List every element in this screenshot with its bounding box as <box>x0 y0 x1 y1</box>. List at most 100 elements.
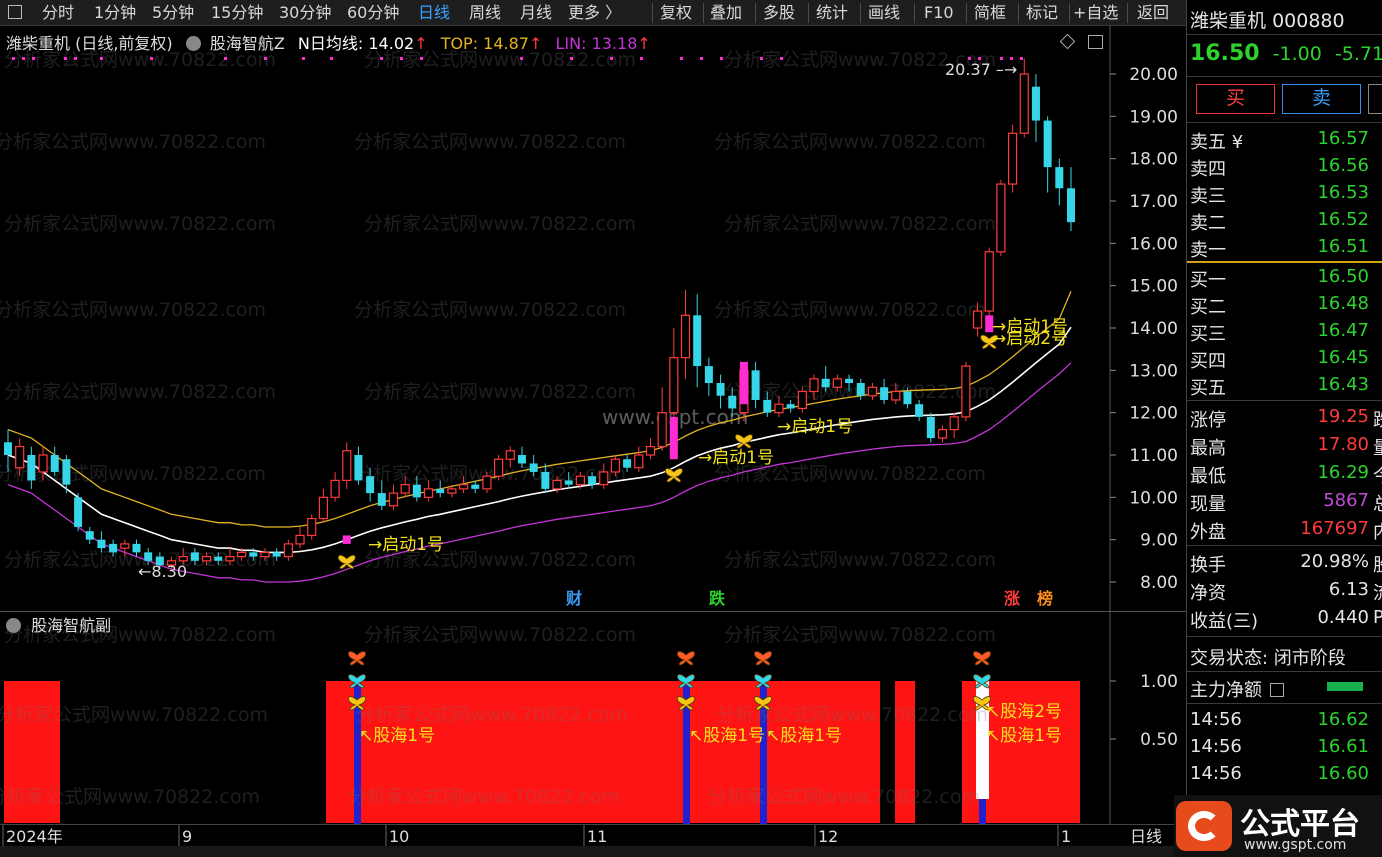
tool-mark[interactable]: 标记 <box>1026 2 1058 24</box>
event-tag: 跌 <box>709 589 726 608</box>
tool-statistics[interactable]: 统计 <box>816 2 848 24</box>
candle-body <box>330 479 340 498</box>
date-label: 12 <box>818 827 838 846</box>
candle-body <box>856 383 865 396</box>
sub-indicator-chart[interactable]: 1.00 0.50 分析家公式网www.70822.com 分析家公式网www.70… <box>0 611 1186 857</box>
period-tab-weekly[interactable]: 周线 <box>469 2 501 24</box>
period-tab-60min[interactable]: 60分钟 <box>347 2 399 24</box>
tool-overlay[interactable]: 叠加 <box>710 2 742 24</box>
stock-name: 潍柴重机 <box>1190 10 1267 32</box>
main-flow-bar <box>1327 682 1363 691</box>
trade-status: 交易状态: 闭市阶段 <box>1190 648 1346 669</box>
candle-body <box>926 416 935 439</box>
period-tab-15min[interactable]: 15分钟 <box>211 2 263 24</box>
bid-row: 买一 16.50 <box>1190 266 1369 291</box>
signal-dot <box>64 57 67 60</box>
sub-signal-label: ↖股海1号 <box>359 726 435 746</box>
tool-add-watchlist[interactable]: +自选 <box>1073 2 1118 24</box>
panel-toggle-icon[interactable] <box>1088 35 1103 49</box>
signal-candle <box>669 416 678 460</box>
sidebar-toggle-icon[interactable] <box>8 5 22 19</box>
candle-body <box>1043 120 1052 168</box>
bottom-period-tab: 日线 <box>1130 827 1162 846</box>
tool-f10[interactable]: F10 <box>924 2 954 24</box>
bid-row: 买二 16.48 <box>1190 293 1369 318</box>
sub-y-tick-label: 0.50 <box>1140 730 1178 750</box>
period-tab-5min[interactable]: 5分钟 <box>152 2 194 24</box>
sell-button[interactable]: 卖 <box>1282 84 1361 114</box>
date-label: 1 <box>1061 827 1071 846</box>
period-tab-tick[interactable]: 分时 <box>42 2 74 24</box>
sub-signal-label: ↖股海2号 <box>986 702 1062 722</box>
tool-multi-stock[interactable]: 多股 <box>763 2 795 24</box>
signal-dot <box>12 57 15 60</box>
sub-chart-title[interactable]: 股海智航副 <box>31 616 111 635</box>
tool-simple-frame[interactable]: 简框 <box>974 2 1006 24</box>
candle-body <box>575 475 585 486</box>
main-price-chart[interactable]: 分析家公式网www.70822.com 分析家公式网www.70822.com 分析… <box>0 26 1186 611</box>
candle-body <box>704 366 713 384</box>
buy-button[interactable]: 买 <box>1196 84 1275 114</box>
candle-body <box>786 404 795 409</box>
y-tick-label: 11.00 <box>1129 446 1178 466</box>
candle-body <box>845 378 854 384</box>
stat-row: 现量5867总 <box>1190 490 1382 515</box>
candle-body <box>388 492 399 507</box>
signal-dot <box>32 57 35 60</box>
candle-body <box>716 383 725 396</box>
candle-body <box>237 551 247 558</box>
event-tag: 财 <box>565 589 582 608</box>
ask-row: 卖四 16.56 <box>1190 155 1369 180</box>
period-tab-30min[interactable]: 30分钟 <box>279 2 331 24</box>
list-icon[interactable] <box>1269 683 1284 697</box>
candle-body <box>588 476 597 485</box>
period-tab-1min[interactable]: 1分钟 <box>94 2 136 24</box>
more-button[interactable] <box>1368 84 1382 114</box>
period-tab-monthly[interactable]: 月线 <box>520 2 552 24</box>
stat-row: 涨停19.25跌 <box>1190 406 1382 431</box>
y-tick-label: 9.00 <box>1140 531 1178 551</box>
stat-row: 换手20.98%股 <box>1190 551 1382 576</box>
signal-dot <box>570 57 573 60</box>
gspt-logo: 公式平台 www.gspt.com <box>1174 795 1382 857</box>
date-label: 11 <box>587 827 607 846</box>
bid-ask-divider <box>1187 261 1382 263</box>
watermark-text: 分析家公式网www.70822.com <box>714 299 986 321</box>
candle-body <box>178 555 188 562</box>
candle-body <box>634 454 644 469</box>
y-tick-label: 16.00 <box>1129 234 1178 254</box>
tool-draw[interactable]: 画线 <box>868 2 900 24</box>
candle-body <box>494 458 504 477</box>
tool-restore-rights[interactable]: 复权 <box>660 2 692 24</box>
candle-body <box>447 488 457 494</box>
candle-body <box>400 484 410 494</box>
signal-dot <box>680 57 683 60</box>
signal-dot <box>100 57 103 60</box>
signal-dot <box>400 57 403 60</box>
candle-body <box>657 412 667 448</box>
candle-body <box>1031 86 1040 121</box>
signal-label: →启动1号 <box>698 448 774 468</box>
candle-body <box>669 357 679 414</box>
candle-body <box>283 543 293 558</box>
candle-body <box>809 378 819 393</box>
candle-body <box>1007 132 1018 185</box>
watermark-text: 分析家公式网www.70822.com <box>714 131 986 153</box>
period-tab-daily[interactable]: 日线 <box>418 2 450 24</box>
candle-body <box>564 480 573 485</box>
sub-y-tick-label: 1.00 <box>1140 672 1178 692</box>
indicator-dropdown-icon[interactable] <box>185 36 201 51</box>
tool-back[interactable]: 返回 <box>1137 2 1169 24</box>
candle-body <box>97 539 106 549</box>
candle-body <box>880 387 889 400</box>
candle-body <box>984 251 994 312</box>
candle-body <box>4 442 12 455</box>
watermark-text: 分析家公式网www.70822.com <box>0 299 266 321</box>
main-flow-row[interactable]: 主力净额 <box>1190 676 1284 702</box>
signal-dot <box>302 57 305 60</box>
indicator-name[interactable]: 股海智航Z <box>210 34 285 53</box>
period-tab-more[interactable]: 更多 〉 <box>568 2 621 24</box>
sub-indicator-dropdown-icon[interactable] <box>6 618 21 633</box>
candle-body <box>529 463 538 472</box>
candle-body <box>423 488 434 498</box>
